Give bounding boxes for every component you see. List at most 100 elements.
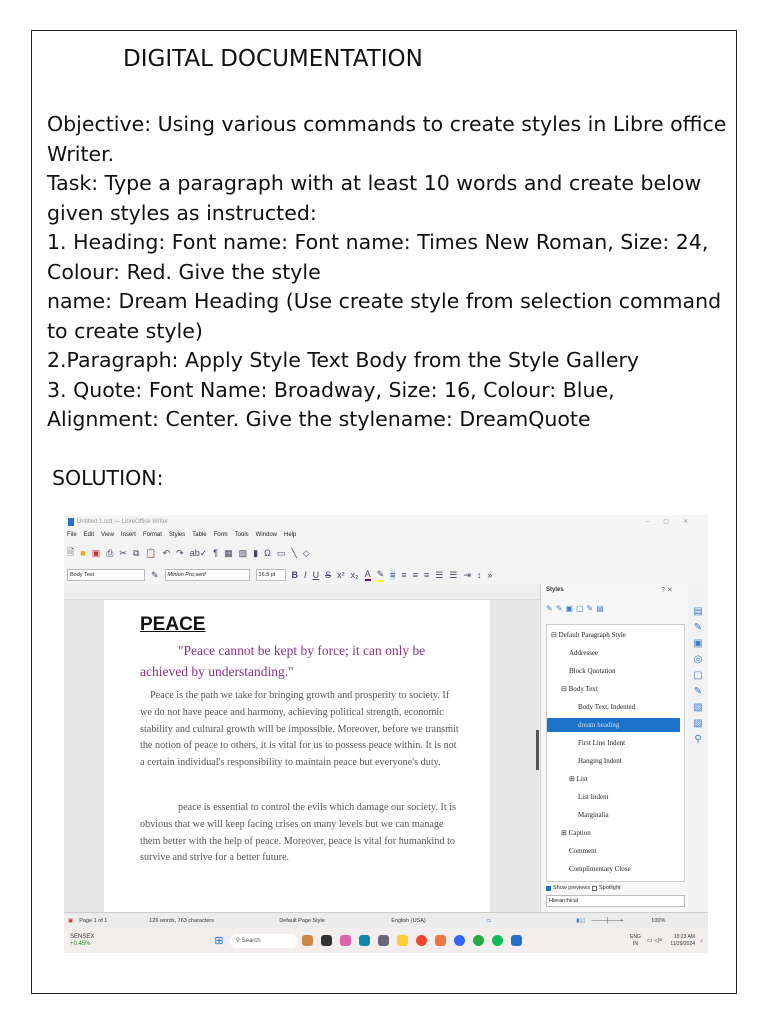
show-previews-checkbox[interactable] bbox=[546, 885, 551, 891]
font-size-select[interactable]: 16.5 pt bbox=[255, 569, 286, 581]
redo-icon[interactable]: ↷ bbox=[176, 548, 184, 559]
bold-icon[interactable]: B bbox=[292, 570, 299, 580]
italic-icon[interactable]: I bbox=[304, 570, 307, 580]
paste-icon[interactable]: 📋 bbox=[145, 548, 156, 559]
align-center-icon[interactable]: ≡ bbox=[401, 570, 406, 580]
style-item[interactable]: ⊟ Default Paragraph Style bbox=[547, 628, 680, 642]
align-right-icon[interactable]: ≡ bbox=[413, 570, 418, 580]
style-item[interactable]: List Indent bbox=[547, 790, 680, 804]
gallery-icon[interactable]: ▣ bbox=[693, 638, 702, 649]
more-icon[interactable]: » bbox=[487, 570, 492, 580]
zoom-slider[interactable]: –——┼——+ bbox=[591, 918, 651, 924]
style-item[interactable]: Block Quotation bbox=[547, 664, 680, 678]
style-item-selected[interactable]: dream heading bbox=[547, 718, 680, 732]
writer-taskbar-icon[interactable] bbox=[510, 935, 522, 946]
menu-table[interactable]: Table bbox=[192, 532, 206, 538]
comment-icon[interactable]: ▭ bbox=[277, 548, 286, 559]
style-item[interactable]: ⊟ Body Text bbox=[547, 682, 680, 696]
selection-mode-icon[interactable]: ▭ bbox=[486, 918, 576, 924]
styles-icon[interactable]: ✎ bbox=[694, 622, 702, 633]
strikethrough-icon[interactable]: S bbox=[325, 570, 331, 580]
style-item[interactable]: Body Text, Indented bbox=[547, 700, 680, 714]
cut-icon[interactable]: ✂ bbox=[119, 548, 127, 559]
navigator-icon[interactable]: ◎ bbox=[694, 654, 703, 665]
find-icon[interactable]: ⚲ bbox=[694, 734, 701, 745]
superscript-icon[interactable]: x² bbox=[337, 570, 345, 580]
style-item[interactable]: Complimentary Close bbox=[547, 862, 680, 876]
word-count[interactable]: 126 words, 763 characters bbox=[149, 918, 279, 924]
update-style-icon[interactable]: ✎ bbox=[151, 570, 159, 581]
network-volume-icons[interactable]: ▭ ◁× bbox=[647, 937, 662, 944]
copy-icon[interactable]: ⧉ bbox=[133, 548, 139, 559]
chrome-icon[interactable] bbox=[415, 935, 427, 946]
design-icon[interactable]: ▨ bbox=[693, 718, 702, 729]
menu-window[interactable]: Window bbox=[256, 532, 277, 538]
bullets-icon[interactable]: ☰ bbox=[435, 570, 443, 581]
align-left-icon[interactable]: ≡ bbox=[390, 570, 396, 580]
style-item[interactable]: First Line Indent bbox=[547, 736, 680, 750]
style-item[interactable]: Addressee bbox=[547, 646, 680, 660]
formatting-marks-icon[interactable]: ¶ bbox=[213, 548, 218, 558]
menu-file[interactable]: File bbox=[67, 532, 77, 538]
save-icon[interactable]: ▣ bbox=[92, 548, 101, 559]
properties-icon[interactable]: ▤ bbox=[693, 606, 702, 617]
menu-form[interactable]: Form bbox=[214, 532, 228, 538]
spotlight-checkbox[interactable] bbox=[592, 885, 597, 891]
copilot-icon[interactable] bbox=[339, 935, 351, 946]
style-item[interactable]: ⊞ List bbox=[547, 772, 680, 786]
page-count[interactable]: Page 1 of 1 bbox=[79, 918, 149, 924]
menu-help[interactable]: Help bbox=[284, 532, 296, 538]
menu-styles[interactable]: Styles bbox=[169, 532, 185, 538]
underline-icon[interactable]: U bbox=[313, 570, 320, 580]
special-char-icon[interactable]: Ω bbox=[264, 548, 271, 558]
numbering-icon[interactable]: ☰ bbox=[449, 570, 457, 581]
paragraph-style-select[interactable]: Body Text bbox=[67, 569, 145, 581]
open-icon[interactable]: ■ bbox=[80, 548, 85, 558]
indent-icon[interactable]: ⇥ bbox=[463, 570, 471, 581]
justify-icon[interactable]: ≡ bbox=[424, 570, 429, 580]
font-name-select[interactable]: Minion Pro;serif bbox=[164, 569, 250, 581]
style-inspector-icon[interactable]: ✎ bbox=[694, 686, 702, 697]
line-icon[interactable]: ╲ bbox=[291, 548, 296, 559]
undo-icon[interactable]: ↶ bbox=[163, 548, 171, 559]
file-explorer-icon[interactable] bbox=[396, 935, 408, 946]
table-icon[interactable]: ▦ bbox=[224, 548, 233, 559]
page-style[interactable]: Default Page Style bbox=[279, 918, 391, 924]
image-icon[interactable]: ▨ bbox=[239, 548, 248, 559]
edge-icon[interactable] bbox=[358, 935, 370, 946]
style-category-icons[interactable]: ✎✎▣▢✎▤ bbox=[546, 604, 607, 613]
task-view-icon[interactable] bbox=[320, 935, 332, 946]
style-item[interactable]: Hanging Indent bbox=[547, 754, 680, 768]
shapes-icon[interactable]: ◇ bbox=[303, 548, 310, 559]
calculator-icon[interactable] bbox=[377, 935, 389, 946]
widget-icon[interactable] bbox=[301, 935, 313, 946]
close-icon[interactable]: ? ✕ bbox=[661, 586, 673, 594]
menu-insert[interactable]: Insert bbox=[121, 532, 136, 538]
notification-bell-icon[interactable]: ♪ bbox=[700, 938, 703, 944]
new-icon[interactable]: 🗎 bbox=[67, 545, 74, 561]
line-spacing-icon[interactable]: ↕ bbox=[477, 570, 482, 580]
start-icon[interactable]: ⊞ bbox=[214, 934, 223, 947]
chart-icon[interactable]: ▮ bbox=[253, 548, 258, 559]
subscript-icon[interactable]: x₂ bbox=[351, 570, 359, 580]
export-pdf-icon[interactable]: ⎙ bbox=[106, 548, 113, 559]
zoom-app-icon[interactable] bbox=[453, 935, 465, 946]
input-language[interactable]: ENG IN bbox=[630, 934, 641, 948]
language[interactable]: English (USA) bbox=[391, 918, 486, 924]
font-color-icon[interactable]: A bbox=[364, 569, 371, 581]
menu-tools[interactable]: Tools bbox=[235, 532, 249, 538]
app-icon[interactable] bbox=[434, 935, 446, 946]
sidebar-collapse-handle[interactable] bbox=[536, 730, 539, 770]
zoom-level[interactable]: 100% bbox=[651, 918, 665, 924]
window-controls-icon[interactable]: –▢✕ bbox=[646, 518, 702, 525]
menu-view[interactable]: View bbox=[101, 532, 114, 538]
document-page[interactable]: PEACE "Peace cannot be kept by force; it… bbox=[104, 600, 490, 912]
menu-format[interactable]: Format bbox=[143, 532, 162, 538]
page-icon[interactable]: ▢ bbox=[693, 670, 702, 681]
highlight-icon[interactable]: ✎ bbox=[376, 569, 385, 582]
spotify-icon[interactable] bbox=[491, 935, 503, 946]
spellcheck-icon[interactable]: ab✓ bbox=[190, 548, 208, 559]
whatsapp-icon[interactable] bbox=[472, 935, 484, 946]
style-item[interactable]: ⊞ Caption bbox=[547, 826, 680, 840]
manage-changes-icon[interactable]: ▧ bbox=[693, 702, 702, 713]
